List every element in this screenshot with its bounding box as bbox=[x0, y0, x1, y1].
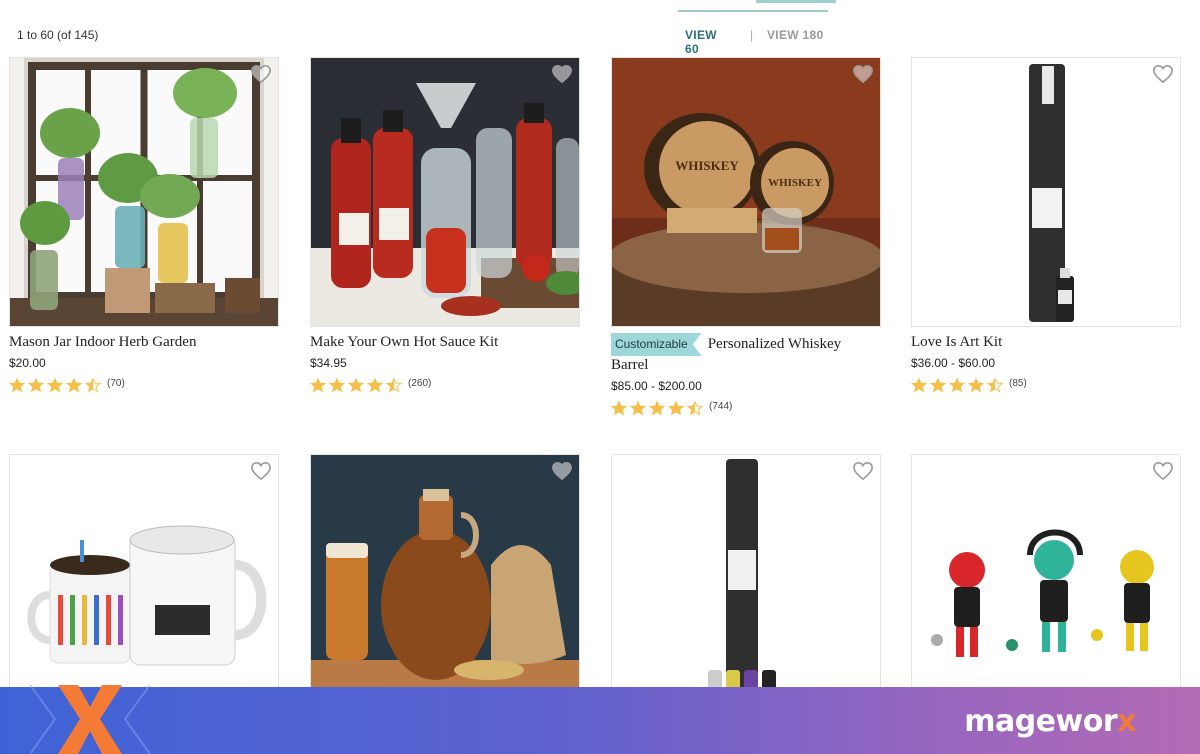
robot-toys-image bbox=[912, 455, 1180, 723]
product-image[interactable] bbox=[9, 57, 279, 327]
star-icon bbox=[66, 378, 82, 392]
star-icon bbox=[649, 401, 665, 415]
star-icon bbox=[329, 378, 345, 392]
product-name[interactable]: Customizable Personalized Whiskey Barrel bbox=[611, 333, 881, 375]
product-rating: (85) bbox=[911, 378, 1181, 392]
heart-outline-icon[interactable] bbox=[551, 64, 573, 84]
heart-outline-icon[interactable] bbox=[551, 461, 573, 481]
hot-sauce-kit-image bbox=[311, 58, 579, 326]
svg-text:WHISKEY: WHISKEY bbox=[768, 177, 822, 189]
beer-brewing-kit-image bbox=[311, 455, 579, 723]
star-icon bbox=[930, 378, 946, 392]
star-icon bbox=[687, 401, 703, 415]
rating-stars bbox=[9, 378, 101, 392]
rating-stars bbox=[310, 378, 402, 392]
product-image[interactable]: WHISKEY WHISKEY bbox=[611, 57, 881, 327]
product-image[interactable] bbox=[611, 454, 881, 724]
heart-outline-icon[interactable] bbox=[852, 461, 874, 481]
mageworx-logo: mageworx bbox=[964, 704, 1136, 739]
product-name[interactable]: Love Is Art Kit bbox=[911, 333, 1181, 352]
product-image[interactable] bbox=[911, 454, 1181, 724]
svg-text:WHISKEY: WHISKEY bbox=[675, 158, 739, 173]
brand-banner: mageworx bbox=[0, 685, 1200, 754]
product-card[interactable]: Mason Jar Indoor Herb Garden $20.00 (70) bbox=[9, 57, 279, 392]
heart-outline-icon[interactable] bbox=[250, 64, 272, 84]
rating-stars bbox=[911, 378, 1003, 392]
product-image[interactable] bbox=[9, 454, 279, 724]
product-card[interactable] bbox=[310, 454, 580, 724]
review-count[interactable]: (744) bbox=[709, 401, 732, 412]
toolbar: 1 to 60 (of 145) VIEW 60 | VIEW 180 bbox=[0, 0, 1200, 56]
whiskey-barrel-image: WHISKEY WHISKEY bbox=[612, 58, 880, 326]
mug-cake-image bbox=[10, 455, 278, 723]
star-icon bbox=[28, 378, 44, 392]
heart-outline-icon[interactable] bbox=[1152, 461, 1174, 481]
brand-x: x bbox=[1117, 704, 1136, 739]
view-60-option[interactable]: VIEW 60 bbox=[685, 28, 717, 56]
customizable-badge: Customizable bbox=[611, 333, 702, 356]
star-icon bbox=[367, 378, 383, 392]
star-icon bbox=[968, 378, 984, 392]
star-icon bbox=[47, 378, 63, 392]
x-logo-icon bbox=[30, 685, 150, 754]
product-rating: (260) bbox=[310, 378, 580, 392]
love-is-art-tube-image bbox=[612, 455, 880, 723]
brand-name: magewor bbox=[964, 704, 1118, 739]
product-card[interactable]: Love Is Art Kit $36.00 - $60.00 (85) bbox=[911, 57, 1181, 392]
product-card[interactable]: WHISKEY WHISKEY Customizable Personalized… bbox=[611, 57, 881, 415]
star-icon bbox=[949, 378, 965, 392]
product-price: $20.00 bbox=[9, 356, 46, 370]
view-tab-indicator bbox=[756, 0, 836, 3]
product-price: $34.95 bbox=[310, 356, 347, 370]
view-tab-underline bbox=[678, 10, 828, 12]
review-count[interactable]: (70) bbox=[107, 378, 125, 389]
product-name[interactable]: Mason Jar Indoor Herb Garden bbox=[9, 333, 279, 352]
star-icon bbox=[987, 378, 1003, 392]
product-image[interactable] bbox=[911, 57, 1181, 327]
view-180-option[interactable]: VIEW 180 bbox=[767, 28, 823, 42]
heart-outline-icon[interactable] bbox=[1152, 64, 1174, 84]
product-name[interactable]: Make Your Own Hot Sauce Kit bbox=[310, 333, 580, 352]
star-icon bbox=[386, 378, 402, 392]
product-price: $85.00 - $200.00 bbox=[611, 379, 702, 393]
heart-outline-icon[interactable] bbox=[250, 461, 272, 481]
star-icon bbox=[310, 378, 326, 392]
herb-garden-image bbox=[10, 58, 278, 326]
product-card[interactable]: Make Your Own Hot Sauce Kit $34.95 (260) bbox=[310, 57, 580, 392]
product-card[interactable] bbox=[9, 454, 279, 724]
star-icon bbox=[668, 401, 684, 415]
review-count[interactable]: (85) bbox=[1009, 378, 1027, 389]
product-image[interactable] bbox=[310, 57, 580, 327]
product-rating: (70) bbox=[9, 378, 279, 392]
star-icon bbox=[348, 378, 364, 392]
star-icon bbox=[611, 401, 627, 415]
love-is-art-kit-image bbox=[912, 58, 1180, 326]
result-count: 1 to 60 (of 145) bbox=[17, 28, 99, 42]
review-count[interactable]: (260) bbox=[408, 378, 431, 389]
product-rating: (744) bbox=[611, 401, 881, 415]
star-icon bbox=[630, 401, 646, 415]
product-card[interactable] bbox=[611, 454, 881, 724]
star-icon bbox=[85, 378, 101, 392]
product-card[interactable] bbox=[911, 454, 1181, 724]
heart-outline-icon[interactable] bbox=[852, 64, 874, 84]
rating-stars bbox=[611, 401, 703, 415]
star-icon bbox=[9, 378, 25, 392]
star-icon bbox=[911, 378, 927, 392]
view-separator: | bbox=[750, 28, 754, 42]
product-price: $36.00 - $60.00 bbox=[911, 356, 996, 370]
product-image[interactable] bbox=[310, 454, 580, 724]
